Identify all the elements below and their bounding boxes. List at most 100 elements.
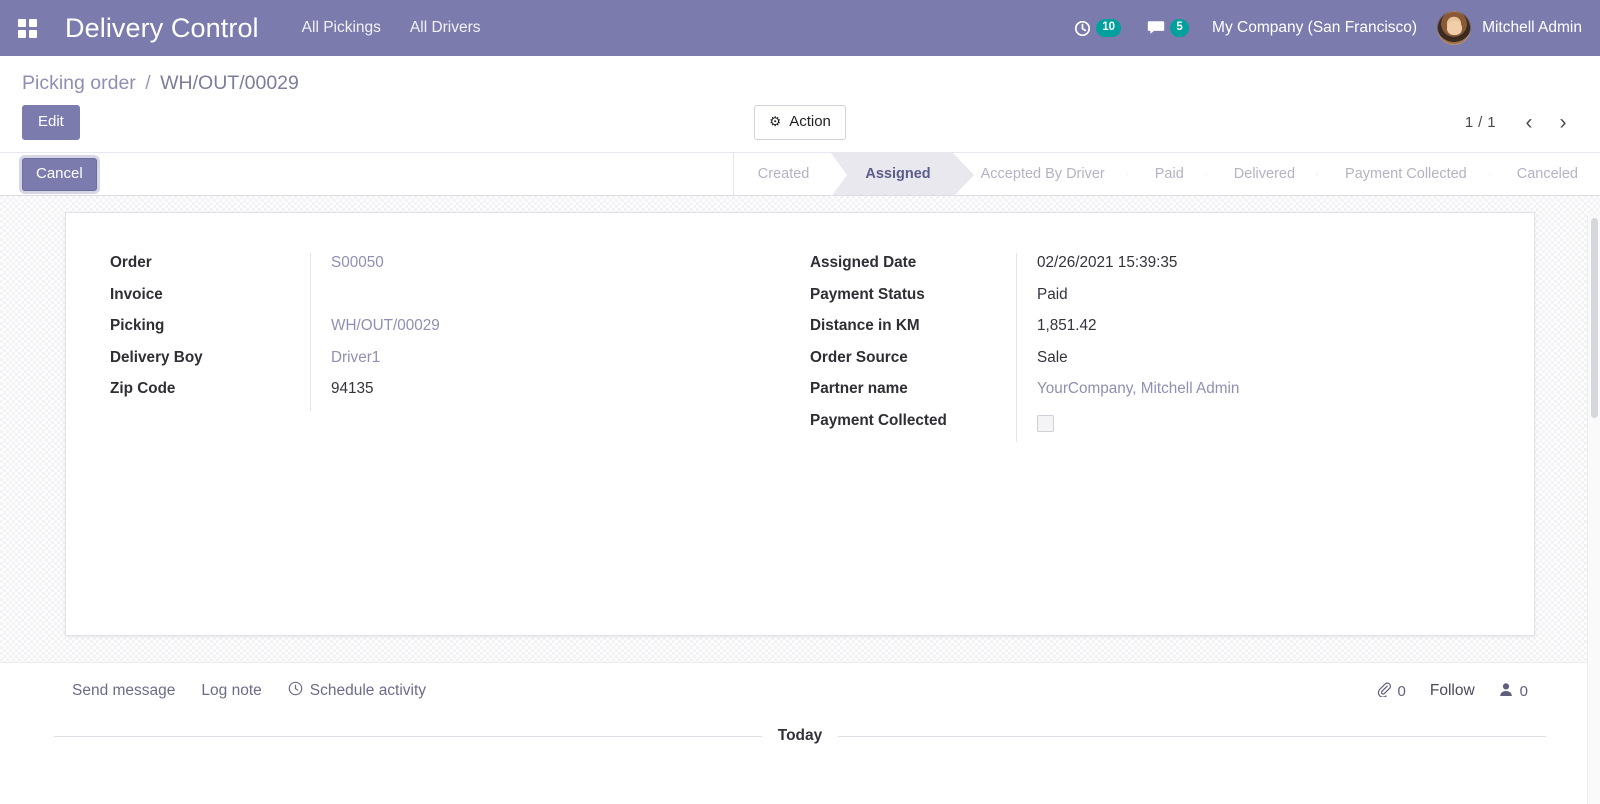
breadcrumb-current-record: WH/OUT/00029	[160, 72, 299, 94]
field-value-distance-in-km[interactable]: 1,851.42	[1016, 316, 1494, 348]
form-column-right: Assigned Date 02/26/2021 15:39:35 Paymen…	[802, 253, 1494, 443]
field-payment-collected: Payment Collected	[810, 410, 1494, 443]
gear-icon: ⚙	[769, 114, 782, 130]
odoo-app-window: Delivery Control All Pickings All Driver…	[0, 0, 1600, 804]
chatter-toolbar: Send message Log note Schedule activity …	[44, 663, 1556, 717]
apps-menu-button[interactable]	[10, 11, 44, 45]
status-stages: Created Assigned Accepted By Driver Paid…	[732, 153, 1600, 198]
statusbar-row: Cancel Created Assigned Accepted By Driv…	[0, 152, 1600, 198]
avatar	[1437, 11, 1472, 45]
cancel-button[interactable]: Cancel	[22, 158, 97, 191]
statusbar-buttons: Cancel	[0, 153, 97, 195]
top-navbar: Delivery Control All Pickings All Driver…	[0, 0, 1600, 56]
edit-button[interactable]: Edit	[22, 105, 80, 141]
log-note-button[interactable]: Log note	[201, 682, 261, 700]
field-payment-status: Payment Status Paid	[810, 284, 1494, 317]
field-value-delivery-boy[interactable]: Driver1	[310, 347, 802, 380]
stage-label: Accepted By Driver	[980, 166, 1105, 183]
scrollbar-thumb[interactable]	[1591, 218, 1598, 418]
navbar-menu: All Pickings All Drivers	[302, 19, 481, 37]
apps-grid-icon	[17, 18, 37, 38]
nav-item-all-drivers[interactable]: All Drivers	[410, 19, 481, 37]
field-label: Distance in KM	[810, 317, 920, 335]
activities-menu-button[interactable]: 10	[1061, 0, 1134, 56]
field-value-assigned-date[interactable]: 02/26/2021 15:39:35	[1016, 253, 1494, 285]
field-label: Payment Status	[810, 285, 925, 303]
field-label: Zip Code	[110, 380, 176, 398]
stage-accepted-by-driver[interactable]: Accepted By Driver	[953, 153, 1127, 195]
stage-label: Delivered	[1233, 166, 1296, 183]
stage-paid[interactable]: Paid	[1127, 153, 1206, 195]
field-value-partner-name[interactable]: YourCompany, Mitchell Admin	[1016, 379, 1494, 411]
messages-menu-button[interactable]: 5	[1134, 0, 1202, 56]
stage-label: Canceled	[1516, 166, 1578, 183]
stage-delivered[interactable]: Delivered	[1206, 153, 1317, 195]
field-label: Payment Collected	[810, 411, 947, 429]
form-grid: Order S00050 Invoice Picking WH/OUT/0002…	[110, 253, 1494, 443]
stage-assigned[interactable]: Assigned	[831, 153, 974, 198]
company-switcher[interactable]: My Company (San Francisco)	[1202, 19, 1431, 37]
field-label: Invoice	[110, 285, 163, 303]
field-value-invoice[interactable]	[310, 284, 802, 317]
field-label: Partner name	[810, 380, 908, 398]
day-separator-label: Today	[777, 727, 823, 744]
field-label: Assigned Date	[810, 254, 917, 272]
field-value-payment-status[interactable]: Paid	[1016, 284, 1494, 317]
breadcrumb-root-link[interactable]: Picking order	[22, 72, 136, 94]
field-order-source: Order Source Sale	[810, 347, 1494, 380]
field-picking: Picking WH/OUT/00029	[110, 316, 802, 348]
clock-icon	[1074, 20, 1091, 37]
record-pager: 1 / 1 ‹ ›	[1465, 109, 1578, 137]
followers-button[interactable]: 0	[1499, 682, 1528, 701]
stage-label: Assigned	[865, 166, 931, 183]
action-menu-button[interactable]: ⚙ Action	[754, 105, 846, 141]
attachments-button[interactable]: 0	[1377, 682, 1406, 701]
field-label: Order Source	[810, 348, 908, 366]
navbar-systray: 10 5 My Company (San Francisco) Mitchell…	[1061, 0, 1582, 56]
field-distance-in-km: Distance in KM 1,851.42	[810, 316, 1494, 348]
schedule-activity-button[interactable]: Schedule activity	[288, 681, 426, 701]
form-column-left: Order S00050 Invoice Picking WH/OUT/0002…	[110, 253, 802, 442]
field-value-order-source[interactable]: Sale	[1016, 347, 1494, 380]
follow-button[interactable]: Follow	[1430, 682, 1475, 700]
form-sheet: Order S00050 Invoice Picking WH/OUT/0002…	[65, 212, 1535, 637]
clock-icon	[288, 681, 303, 701]
field-zip-code: Zip Code 94135	[110, 379, 802, 411]
messages-count-badge: 5	[1170, 19, 1190, 37]
field-delivery-boy: Delivery Boy Driver1	[110, 347, 802, 380]
chevron-right-icon[interactable]: ›	[1548, 109, 1578, 137]
schedule-activity-label: Schedule activity	[309, 682, 427, 699]
paperclip-icon	[1377, 682, 1391, 701]
field-label: Order	[110, 254, 152, 272]
field-invoice: Invoice	[110, 284, 802, 317]
nav-item-all-pickings[interactable]: All Pickings	[302, 19, 381, 37]
field-value-picking[interactable]: WH/OUT/00029	[310, 316, 802, 348]
field-value-order[interactable]: S00050	[310, 253, 802, 285]
breadcrumb-separator: /	[145, 72, 151, 94]
stage-label: Created	[757, 166, 810, 183]
app-brand-title[interactable]: Delivery Control	[65, 13, 259, 44]
day-separator: Today	[44, 717, 1556, 745]
chatter: Send message Log note Schedule activity …	[0, 662, 1600, 804]
field-label: Delivery Boy	[110, 348, 203, 366]
activities-count-badge: 10	[1096, 19, 1122, 37]
stage-payment-collected[interactable]: Payment Collected	[1317, 153, 1489, 195]
vertical-scrollbar[interactable]	[1587, 216, 1600, 804]
stage-canceled[interactable]: Canceled	[1489, 153, 1600, 195]
stage-created[interactable]: Created	[734, 153, 832, 195]
attachment-count: 0	[1397, 682, 1406, 700]
field-value-payment-collected	[1016, 410, 1494, 443]
user-name-label: Mitchell Admin	[1482, 19, 1582, 36]
field-order: Order S00050	[110, 253, 802, 285]
field-label: Picking	[110, 317, 165, 335]
chevron-left-icon[interactable]: ‹	[1514, 109, 1544, 137]
payment-collected-checkbox[interactable]	[1037, 414, 1054, 432]
followers-count: 0	[1519, 682, 1528, 700]
chat-bubble-icon	[1147, 20, 1165, 36]
send-message-button[interactable]: Send message	[72, 682, 175, 700]
user-menu[interactable]: Mitchell Admin	[1431, 11, 1582, 45]
field-value-zip-code[interactable]: 94135	[310, 379, 802, 411]
divider-left	[54, 735, 762, 737]
control-panel-center: ⚙ Action	[0, 105, 1600, 141]
stage-label: Paid	[1154, 166, 1184, 183]
